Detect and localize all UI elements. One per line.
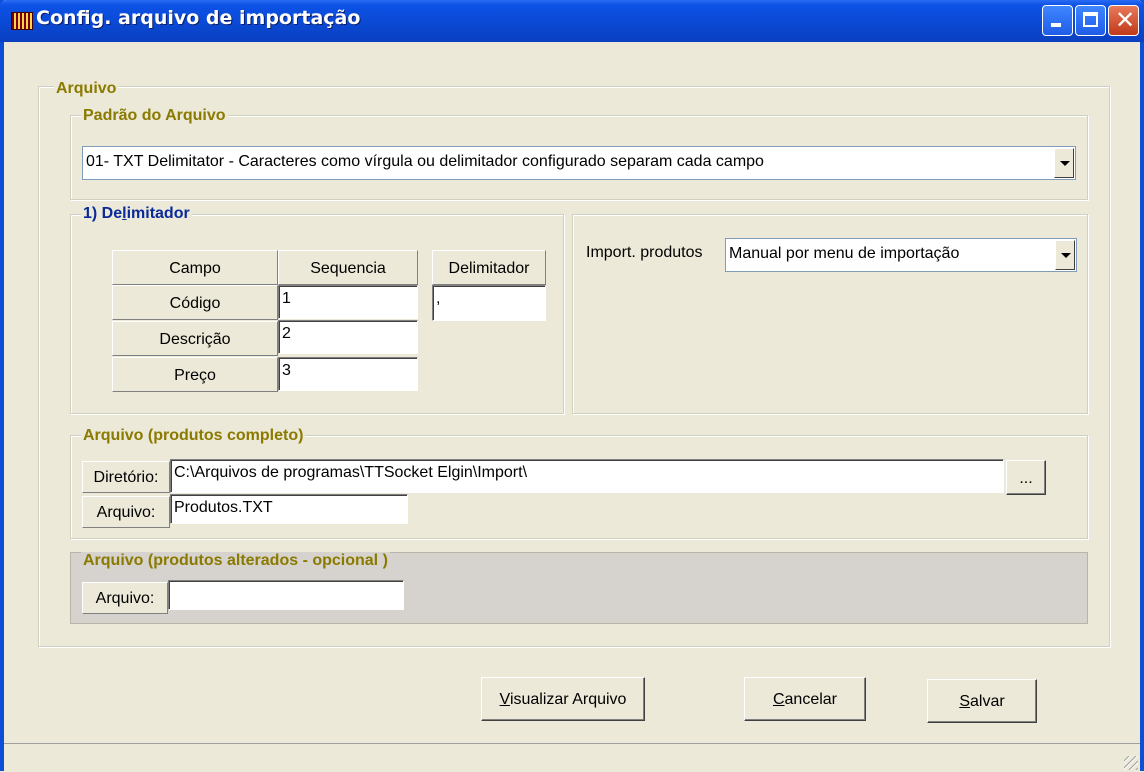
row-label-descricao: Descrição: [112, 321, 278, 356]
sequencia-preco-input[interactable]: 3: [278, 357, 418, 391]
header-delimitador: Delimitador: [432, 250, 546, 285]
app-icon: [11, 12, 33, 30]
arquivo-completo-input[interactable]: Produtos.TXT: [170, 494, 408, 524]
sequencia-descricao-input[interactable]: 2: [278, 320, 418, 354]
arquivo-group-label: Arquivo: [54, 80, 119, 98]
diretorio-input[interactable]: C:\Arquivos de programas\TTSocket Elgin\…: [170, 459, 1004, 493]
diretorio-label: Diretório:: [82, 461, 170, 493]
import-produtos-select[interactable]: Manual por menu de importação: [725, 238, 1077, 272]
import-produtos-value: Manual por menu de importação: [729, 245, 960, 262]
arquivo-alterados-label: Arquivo:: [82, 582, 168, 614]
padrao-group-label: Padrão do Arquivo: [81, 107, 228, 125]
padrao-select-value: 01- TXT Delimitator - Caracteres como ví…: [86, 153, 764, 170]
header-sequencia: Sequencia: [278, 250, 418, 285]
salvar-button[interactable]: Salvar: [927, 679, 1037, 723]
delimitador-input[interactable]: ,: [432, 285, 546, 321]
chevron-down-icon[interactable]: [1055, 240, 1075, 270]
chevron-down-icon[interactable]: [1054, 148, 1074, 178]
arquivo-completo-label: Arquivo:: [82, 496, 170, 528]
title-bar[interactable]: Config. arquivo de importação ✕: [0, 0, 1144, 42]
header-campo: Campo: [112, 250, 278, 285]
sequencia-codigo-input[interactable]: 1: [278, 285, 418, 319]
delimitador-group-label: 1) Delimitador: [81, 205, 192, 223]
maximize-button[interactable]: [1075, 5, 1106, 36]
minimize-button[interactable]: [1042, 5, 1073, 36]
arquivo-alterados-input[interactable]: [168, 580, 404, 610]
alterados-group-label: Arquivo (produtos alterados - opcional ): [81, 552, 390, 570]
import-config-window: Config. arquivo de importação ✕ Arquivo …: [0, 0, 1144, 772]
window-title: Config. arquivo de importação: [36, 7, 361, 29]
close-button[interactable]: ✕: [1108, 5, 1139, 36]
row-label-codigo: Código: [112, 285, 278, 320]
cancelar-button[interactable]: Cancelar: [744, 677, 866, 721]
visualizar-arquivo-button[interactable]: Visualizar Arquivo: [481, 677, 645, 721]
minimize-icon: [1051, 23, 1061, 27]
resize-grip-icon[interactable]: [1124, 756, 1138, 770]
browse-button[interactable]: ...: [1006, 460, 1046, 495]
close-icon: ✕: [1115, 6, 1136, 34]
completo-group-label: Arquivo (produtos completo): [81, 427, 306, 445]
maximize-icon: [1083, 12, 1098, 27]
row-label-preco: Preço: [112, 357, 278, 392]
padrao-select[interactable]: 01- TXT Delimitator - Caracteres como ví…: [82, 146, 1076, 180]
import-produtos-label: Import. produtos: [586, 244, 703, 261]
status-bar: [4, 743, 1140, 772]
